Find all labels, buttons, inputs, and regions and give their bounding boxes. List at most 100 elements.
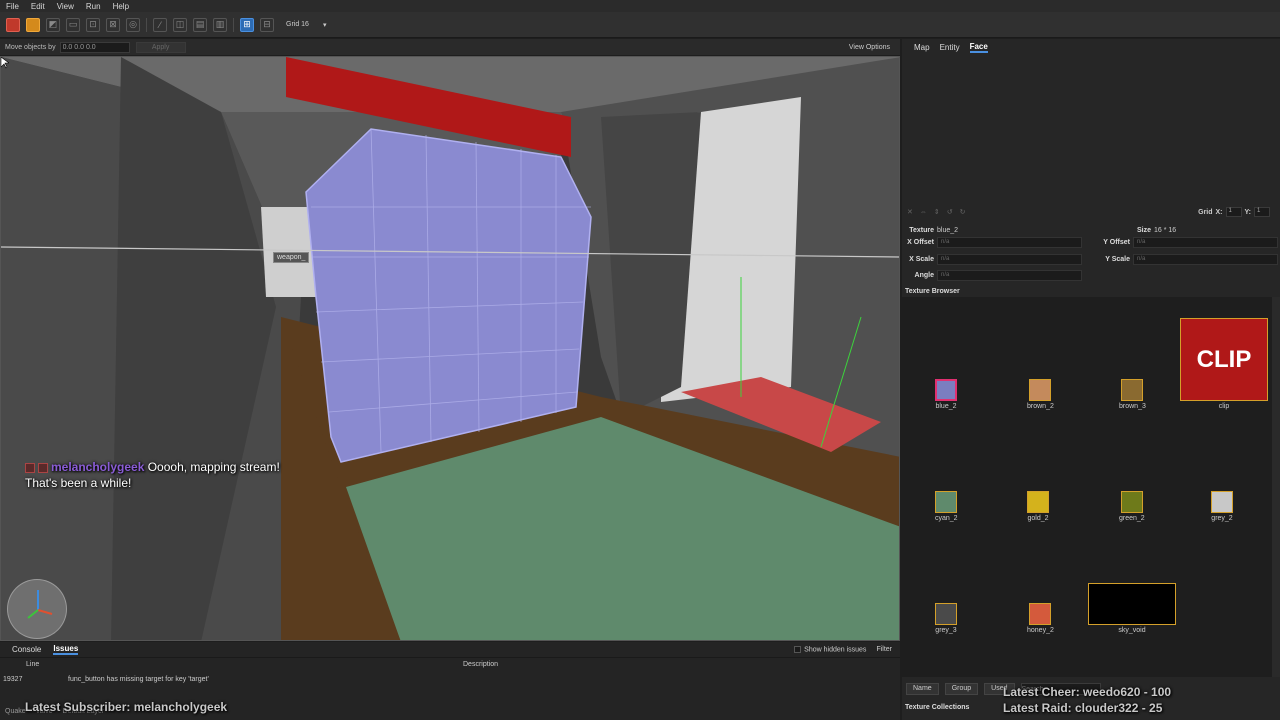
issues-controls: Show hidden issues Filter bbox=[794, 646, 892, 653]
issues-table-header: Line Description bbox=[0, 661, 900, 673]
edge-tool-icon[interactable]: ▤ bbox=[193, 17, 207, 32]
texture-tile[interactable]: brown_3 bbox=[1119, 379, 1146, 410]
menu-edit[interactable]: Edit bbox=[25, 2, 51, 11]
badge-icon bbox=[25, 462, 35, 473]
size-value: 16 * 16 bbox=[1154, 226, 1177, 234]
uv-lock-icon[interactable]: ⊟ bbox=[260, 17, 274, 32]
x-scale-input[interactable]: n/a bbox=[937, 253, 1082, 265]
column-line[interactable]: Line bbox=[26, 661, 39, 668]
select-tool-icon[interactable]: ◩ bbox=[46, 17, 60, 32]
toolbar: ◩ ▭ ⊡ ⊠ ◎ ⁄ ◫ ▤ ▥ ⊞ ⊟ Grid 16 ▾ bbox=[0, 12, 1280, 38]
flip-v-icon[interactable]: ⇕ bbox=[934, 208, 940, 216]
tab-entity[interactable]: Entity bbox=[940, 43, 960, 52]
texture-value: blue_2 bbox=[937, 226, 959, 234]
texture-browser-scrollbar[interactable] bbox=[1272, 297, 1280, 677]
latest-cheer-overlay: Latest Cheer: weedo620 - 100 bbox=[1003, 685, 1172, 699]
selected-brush bbox=[305, 128, 592, 463]
rotate-right-icon[interactable]: ↻ bbox=[960, 208, 966, 216]
menu-help[interactable]: Help bbox=[107, 2, 135, 11]
texture-collections-title: Texture Collections bbox=[905, 704, 970, 711]
column-description[interactable]: Description bbox=[463, 661, 498, 668]
texture-grid: blue_2 brown_2 brown_3 CLIP clip cyan_2 … bbox=[902, 297, 1272, 677]
issue-line: 19327 bbox=[3, 676, 23, 683]
y-offset-label: Y Offset bbox=[1103, 238, 1130, 246]
clip-texture-swatch: CLIP bbox=[1180, 318, 1268, 401]
y-scale-input[interactable]: n/a bbox=[1133, 253, 1278, 265]
texture-tile[interactable]: honey_2 bbox=[1027, 603, 1054, 634]
texture-tile[interactable]: cyan_2 bbox=[935, 491, 958, 522]
texture-tile[interactable]: blue_2 bbox=[935, 379, 957, 410]
show-hidden-toggle[interactable]: Show hidden issues bbox=[794, 646, 866, 653]
y-offset-input[interactable]: n/a bbox=[1133, 236, 1278, 248]
uv-grid-x-input[interactable]: 1 bbox=[1225, 207, 1242, 217]
latest-raid-overlay: Latest Raid: clouder322 - 25 bbox=[1003, 701, 1163, 715]
table-row[interactable]: 19327 func_button has missing target for… bbox=[0, 676, 900, 688]
texture-name: green_2 bbox=[1119, 515, 1145, 522]
angle-label: Angle bbox=[914, 271, 934, 279]
texture-swatch bbox=[1121, 379, 1144, 401]
tab-issues[interactable]: Issues bbox=[53, 644, 79, 655]
uv-grid-y-input[interactable]: 1 bbox=[1254, 207, 1270, 217]
group-toggle[interactable]: Group bbox=[944, 683, 979, 695]
menu-view[interactable]: View bbox=[51, 2, 80, 11]
toolbar-separator bbox=[233, 17, 234, 32]
move-objects-bar: Move objects by Apply View Options bbox=[0, 39, 900, 55]
view-options-button[interactable]: View Options bbox=[849, 44, 890, 51]
scale-tool-icon[interactable]: ⊠ bbox=[106, 17, 120, 32]
texture-swatch bbox=[1029, 603, 1052, 625]
move-offset-input[interactable] bbox=[59, 41, 130, 53]
texture-swatch bbox=[935, 491, 958, 513]
status-game[interactable]: Quake bbox=[5, 708, 26, 720]
texture-tile[interactable]: grey_2 bbox=[1211, 491, 1233, 522]
shear-tool-icon[interactable]: ◎ bbox=[126, 17, 140, 32]
axis-gizmo-icon[interactable] bbox=[7, 579, 67, 639]
3d-viewport[interactable]: weapon_ melancholygeek Ooooh, mapping st… bbox=[0, 56, 900, 641]
uv-grid-y-label: Y: bbox=[1244, 208, 1251, 216]
new-entity-icon[interactable] bbox=[26, 17, 40, 32]
grid-size-select[interactable]: Grid 16 ▾ bbox=[286, 21, 326, 29]
grid-size-label: Grid 16 bbox=[286, 21, 309, 28]
chat-username: melancholygeek bbox=[51, 460, 145, 474]
issue-description: func_button has missing target for key '… bbox=[68, 676, 209, 683]
menu-file[interactable]: File bbox=[0, 2, 25, 11]
filter-button[interactable]: Filter bbox=[876, 646, 892, 653]
reset-icon[interactable]: ✕ bbox=[907, 208, 913, 216]
face-tool-icon[interactable]: ▥ bbox=[213, 17, 227, 32]
texture-name: honey_2 bbox=[1027, 627, 1054, 634]
x-scale-label: X Scale bbox=[909, 255, 934, 263]
texture-name: brown_3 bbox=[1119, 403, 1146, 410]
clip-tool-icon[interactable]: ⁄ bbox=[153, 17, 167, 32]
flip-h-icon[interactable]: ⇔ bbox=[920, 209, 927, 216]
x-offset-label: X Offset bbox=[907, 238, 934, 246]
texture-tile[interactable]: grey_3 bbox=[935, 603, 957, 634]
texture-name: blue_2 bbox=[935, 403, 957, 410]
vertex-tool-icon[interactable]: ◫ bbox=[173, 17, 187, 32]
tab-face[interactable]: Face bbox=[969, 42, 988, 53]
angle-input[interactable]: n/a bbox=[937, 269, 1082, 281]
tab-map[interactable]: Map bbox=[914, 43, 930, 52]
sort-select[interactable]: Name bbox=[906, 683, 939, 695]
texture-tile[interactable]: gold_2 bbox=[1027, 491, 1049, 522]
texture-name: grey_3 bbox=[935, 627, 957, 634]
texture-swatch bbox=[935, 603, 957, 625]
move-tool-icon[interactable]: ▭ bbox=[66, 17, 80, 32]
texture-tile[interactable]: green_2 bbox=[1119, 491, 1145, 522]
uv-grid-x-label: X: bbox=[1215, 208, 1223, 216]
texture-tile[interactable]: sky_void bbox=[1088, 583, 1176, 634]
scale-row: X Scale n/a Y Scale n/a bbox=[902, 252, 1280, 266]
x-offset-input[interactable]: n/a bbox=[937, 236, 1082, 248]
console-tabs: Console Issues bbox=[0, 642, 900, 658]
tab-console[interactable]: Console bbox=[12, 645, 41, 654]
rotate-left-icon[interactable]: ↺ bbox=[947, 208, 953, 216]
menu-run[interactable]: Run bbox=[80, 2, 107, 11]
texture-tile[interactable]: CLIP clip bbox=[1180, 318, 1268, 410]
rotate-tool-icon[interactable]: ⊡ bbox=[86, 17, 100, 32]
new-brush-icon[interactable] bbox=[6, 17, 20, 32]
apply-button[interactable]: Apply bbox=[135, 41, 186, 53]
texture-lock-icon[interactable]: ⊞ bbox=[240, 17, 254, 32]
texture-tile[interactable]: brown_2 bbox=[1027, 379, 1054, 410]
texture-name: cyan_2 bbox=[935, 515, 958, 522]
texture-swatch bbox=[1211, 491, 1233, 513]
y-scale-label: Y Scale bbox=[1105, 255, 1130, 263]
latest-subscriber-overlay: Latest Subscriber: melancholygeek bbox=[25, 700, 228, 714]
